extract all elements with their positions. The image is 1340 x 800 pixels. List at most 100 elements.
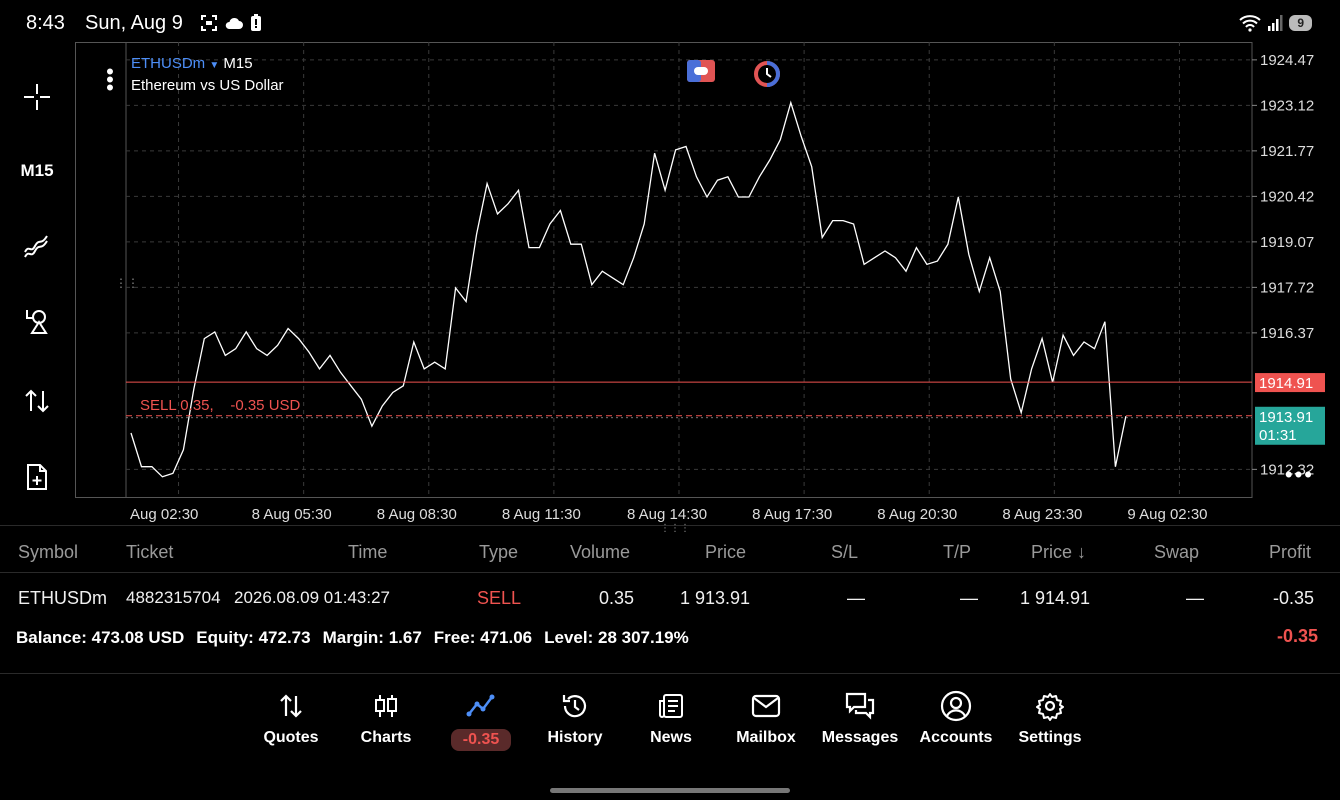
free-value: 471.06	[480, 628, 533, 647]
row-profit: -0.35	[1273, 588, 1315, 608]
x-tick-label: 8 Aug 23:30	[1002, 506, 1082, 523]
chart-timeframe: M15	[223, 55, 253, 72]
margin-value: 1.67	[388, 628, 422, 647]
nav-quotes[interactable]: Quotes	[245, 689, 337, 747]
quotes-icon	[280, 694, 302, 718]
trade-profit-badge: -0.35	[450, 729, 512, 751]
row-sl: —	[847, 588, 865, 608]
battery-indicator: 9	[1289, 15, 1312, 31]
level-label: Level:	[544, 628, 594, 647]
nav-messages[interactable]: Messages	[814, 689, 906, 747]
nav-mailbox[interactable]: Mailbox	[720, 689, 812, 747]
trade-arrows-icon	[25, 389, 49, 413]
home-indicator[interactable]	[550, 788, 790, 793]
col-swap[interactable]: Swap	[1154, 542, 1199, 563]
free-label: Free:	[433, 628, 476, 647]
col-profit[interactable]: Profit	[1269, 542, 1311, 563]
chart-header: ETHUSDm ▼ M15 Ethereum vs US Dollar	[131, 54, 284, 96]
col-type[interactable]: Type	[479, 542, 518, 563]
col-sl[interactable]: S/L	[831, 542, 858, 563]
history-icon	[562, 695, 587, 718]
nav-trade[interactable]: -0.35	[435, 689, 527, 751]
sell-position-label: SELL 0.35, -0.35 USD	[140, 397, 301, 414]
row-ticket: 4882315704	[126, 588, 221, 607]
row-swap: —	[1186, 588, 1204, 608]
mail-icon	[751, 694, 781, 718]
x-tick-label: 8 Aug 05:30	[252, 506, 332, 523]
crosshair-button[interactable]	[12, 72, 62, 122]
wifi-icon	[1239, 15, 1261, 32]
margin-label: Margin:	[322, 628, 384, 647]
messages-icon	[845, 692, 875, 720]
nav-news[interactable]: News	[625, 689, 717, 747]
gear-icon	[1036, 693, 1064, 721]
row-tp: —	[960, 588, 978, 608]
col-tp[interactable]: T/P	[943, 542, 971, 563]
y-tick-label: 1917.72	[1260, 279, 1314, 296]
col-symbol[interactable]: Symbol	[18, 542, 78, 563]
balance-value: 473.08 USD	[91, 628, 185, 647]
x-tick-label: 8 Aug 08:30	[377, 506, 457, 523]
news-icon	[659, 694, 683, 718]
status-bar: 8:43 Sun, Aug 9 9	[0, 0, 1340, 44]
bid-price-label: 1913.91	[1259, 409, 1313, 426]
cloud-icon	[225, 17, 243, 29]
nav-charts[interactable]: Charts	[340, 689, 432, 747]
x-tick-label: Aug 02:30	[130, 506, 198, 523]
balance-label: Balance:	[16, 628, 87, 647]
row-type: SELL	[477, 588, 522, 608]
candlestick-icon	[375, 695, 397, 717]
symbol-dropdown-icon[interactable]: ▼	[209, 60, 219, 71]
row-volume: 0.35	[599, 588, 635, 608]
nav-accounts[interactable]: Accounts	[910, 689, 1002, 747]
one-click-trade-icon[interactable]	[687, 60, 715, 82]
status-date: Sun, Aug 9	[85, 12, 183, 34]
more-options-button[interactable]: •••	[1285, 462, 1314, 488]
nav-history[interactable]: History	[529, 689, 621, 747]
new-order-button[interactable]	[12, 452, 62, 502]
bottom-navigation: Quotes Charts -0.35 History News Mailbox…	[0, 673, 1340, 800]
price-chart[interactable]: 1924.47 1923.12 1921.77 1920.42 1919.07 1917.…	[75, 42, 1340, 525]
trade-button[interactable]	[12, 376, 62, 426]
col-time[interactable]: Time	[348, 542, 387, 563]
nav-settings[interactable]: Settings	[1004, 689, 1096, 747]
account-summary: Balance: 473.08 USD Equity: 472.73 Margi…	[16, 628, 689, 648]
timeframe-label: M15	[20, 161, 54, 180]
objects-button[interactable]	[12, 296, 62, 346]
chart-frame	[75, 42, 1253, 498]
timeframe-button[interactable]: M15	[12, 146, 62, 196]
crosshair-icon	[24, 84, 50, 110]
row-current-price: 1 914.91	[1020, 588, 1091, 608]
y-tick-label: 1916.37	[1260, 325, 1314, 342]
row-open-price: 1 913.91	[680, 588, 751, 608]
indicators-button[interactable]	[12, 220, 62, 270]
x-tick-label: 8 Aug 14:30	[627, 506, 707, 523]
x-tick-label: 8 Aug 17:30	[752, 506, 832, 523]
panel-drag-handle[interactable]: ⋮⋮	[115, 276, 139, 290]
chart-description: Ethereum vs US Dollar	[131, 77, 284, 94]
x-tick-label: 8 Aug 20:30	[877, 506, 957, 523]
col-price[interactable]: Price	[705, 542, 746, 563]
col-ticket[interactable]: Ticket	[126, 542, 173, 563]
y-tick-label: 1923.12	[1260, 97, 1314, 114]
account-icon	[940, 690, 972, 722]
col-current-price[interactable]: Price ↓	[1031, 542, 1086, 563]
total-profit: -0.35	[1276, 626, 1318, 646]
bar-timer-label: 01:31	[1259, 427, 1297, 444]
row-time: 2026.08.09 01:43:27	[234, 588, 390, 607]
chart-symbol[interactable]: ETHUSDm	[131, 55, 205, 72]
price-line	[130, 100, 1127, 478]
chart-canvas[interactable]: 1924.47 1923.12 1921.77 1920.42 1919.07 1917.…	[75, 42, 1340, 525]
level-value: 28 307.19%	[597, 628, 689, 647]
y-tick-label: 1919.07	[1260, 234, 1314, 251]
chart-menu-button[interactable]: • • •	[105, 61, 115, 99]
panel-resize-handle[interactable]: ⋮⋮⋮	[660, 523, 690, 534]
chart-toolbar: M15	[0, 44, 75, 524]
col-volume[interactable]: Volume	[570, 542, 630, 563]
y-tick-label: 1920.42	[1260, 188, 1314, 205]
y-tick-label: 1924.47	[1260, 52, 1314, 69]
trade-panel: ⋮⋮⋮ Symbol Ticket Time Type Volume Price…	[0, 523, 1340, 674]
clock-trade-icon[interactable]	[753, 60, 781, 88]
equity-label: Equity:	[196, 628, 254, 647]
battery-alert-icon	[251, 14, 261, 31]
